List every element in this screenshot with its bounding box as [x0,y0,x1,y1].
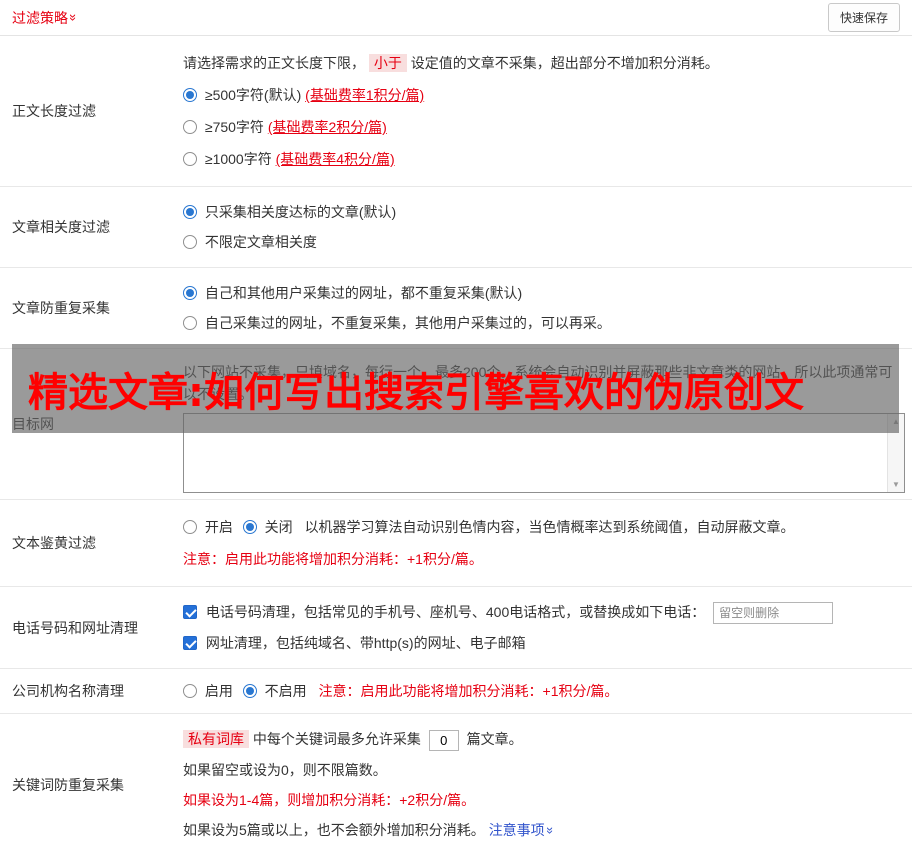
radio-icon [183,120,197,134]
chevron-down-icon: » [66,13,82,22]
radio-option-dedup-self-only[interactable]: 自己采集过的网址，不重复采集，其他用户采集过的，可以再采。 [183,312,611,334]
radio-option-dedup-all-users[interactable]: 自己和其他用户采集过的网址，都不重复采集(默认) [183,282,522,304]
keyword-note-cost: 如果设为1-4篇，则增加积分消耗：+2积分/篇。 [183,792,476,809]
radio-option-company-on[interactable]: 启用 [183,680,233,702]
radio-icon [183,316,197,330]
company-cleaning-note: 注意：启用此功能将增加积分消耗：+1积分/篇。 [318,683,619,700]
keyword-note-five: 如果设为5篇或以上，也不会额外增加积分消耗。 [183,822,485,839]
private-lexicon-link[interactable]: 私有词库 [183,730,249,749]
radio-option-relevance-default[interactable]: 只采集相关度达标的文章(默认) [183,201,396,223]
radio-icon [183,520,197,534]
chevron-down-icon: » [542,826,558,835]
row-label-body-length: 正文长度过滤 [12,103,96,119]
row-label-company: 公司机构名称清理 [12,683,124,700]
rate-note: (基础费率1积分/篇) [305,87,425,103]
checkbox-icon [183,636,197,651]
radio-icon [183,684,197,699]
page-title[interactable]: 过滤策略 » [12,8,82,28]
row-phone-url-cleaning: 电话号码和网址清理 电话号码清理，包括常见的手机号、座机号、400电话格式，或替… [0,587,912,670]
radio-icon [242,684,257,699]
checkbox-icon [183,605,197,619]
checkbox-phone-cleaning[interactable]: 电话号码清理，包括常见的手机号、座机号、400电话格式，或替换成如下电话： [183,601,705,623]
row-company-cleaning: 公司机构名称清理 启用 不启用 注意：启用此功能将增加积分消耗：+1积分/篇。 [0,669,912,715]
watermark-text: 精选文章:如何写出搜索引擎喜欢的伪原创文 [28,369,804,416]
radio-icon [183,286,197,300]
quick-save-button[interactable]: 快速保存 [827,3,900,32]
row-porn-filter: 文本鉴黄过滤 开启 关闭 以机器学习算法自动识别色情内容，当色情概率达到系统阈值… [0,500,912,587]
checkbox-url-cleaning[interactable]: 网址清理，包括纯域名、带http(s)的网址、电子邮箱 [183,632,526,654]
row-label-relevance: 文章相关度过滤 [12,219,110,235]
body-length-intro: 请选择需求的正文长度下限， 小于 设定值的文章不采集，超出部分不增加积分消耗。 [183,54,719,72]
rate-note: (基础费率4积分/篇) [275,151,395,167]
row-dedup-collection: 文章防重复采集 自己和其他用户采集过的网址，都不重复采集(默认) 自己采集过的网… [0,268,912,349]
radio-option-company-off[interactable]: 不启用 [242,680,307,702]
radio-option-1000chars[interactable]: ≥1000字符 (基础费率4积分/篇) [183,148,395,170]
page-title-text: 过滤策略 [12,9,68,26]
less-than-highlight: 小于 [368,54,407,72]
radio-option-porn-on[interactable]: 开启 [183,516,233,538]
watermark-banner: 精选文章:如何写出搜索引擎喜欢的伪原创文 [12,344,899,433]
row-label-porn-filter: 文本鉴黄过滤 [12,535,96,551]
row-body-length-filter: 正文长度过滤 请选择需求的正文长度下限， 小于 设定值的文章不采集，超出部分不增… [0,36,912,187]
rate-note: (基础费率2积分/篇) [267,119,387,135]
row-relevance-filter: 文章相关度过滤 只采集相关度达标的文章(默认) 不限定文章相关度 [0,187,912,268]
radio-option-750chars[interactable]: ≥750字符 (基础费率2积分/篇) [183,116,387,138]
radio-icon [183,205,197,219]
top-bar: 过滤策略 » 快速保存 [0,0,912,36]
scroll-down-icon[interactable]: ▼ [888,477,904,492]
radio-option-500chars[interactable]: ≥500字符(默认) (基础费率1积分/篇) [183,84,424,106]
row-label-phone-url: 电话号码和网址清理 [12,619,138,636]
radio-icon [183,235,197,249]
radio-icon [183,152,197,166]
row-label-keyword-dedup: 关键词防重复采集 [12,776,124,793]
notice-link[interactable]: 注意事项» [489,822,558,838]
radio-icon [183,88,197,102]
porn-filter-desc: 以机器学习算法自动识别色情内容，当色情概率达到系统阈值，自动屏蔽文章。 [304,519,795,535]
radio-icon [242,520,257,534]
keyword-note-empty: 如果留空或设为0，则不限篇数。 [183,762,387,779]
row-keyword-dedup: 关键词防重复采集 私有词库 中每个关键词最多允许采集 篇文章。 如果留空或设为0… [0,714,912,855]
radio-option-porn-off[interactable]: 关闭 [242,516,293,538]
row-label-dedup: 文章防重复采集 [12,300,110,316]
max-articles-input[interactable] [428,730,459,752]
porn-filter-note: 注意：启用此功能将增加积分消耗：+1积分/篇。 [183,551,483,567]
radio-option-relevance-any[interactable]: 不限定文章相关度 [183,231,317,253]
replacement-phone-input[interactable] [713,602,834,625]
